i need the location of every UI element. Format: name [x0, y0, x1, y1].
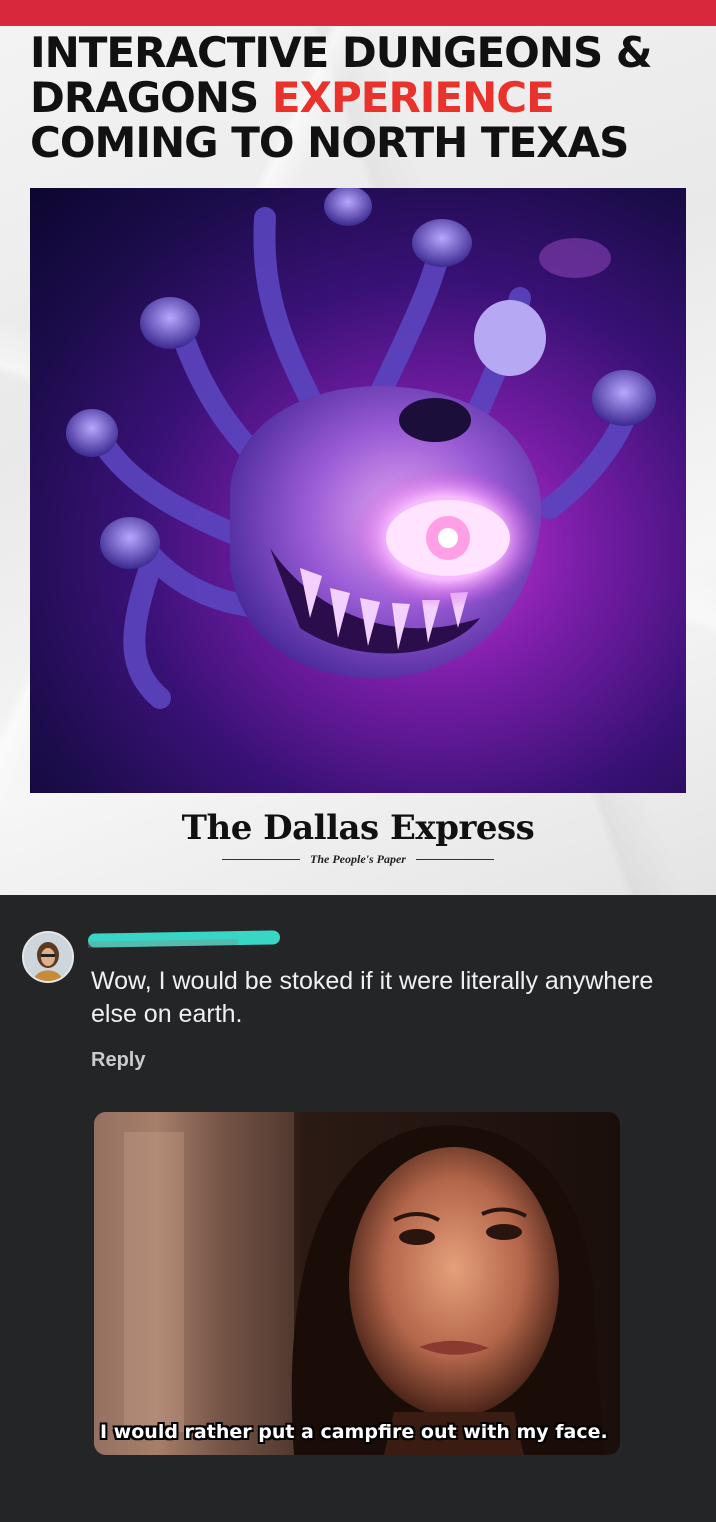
avatar-portrait-icon — [24, 933, 72, 981]
tagline-row: The People's Paper — [0, 852, 716, 867]
beholder-image — [30, 188, 686, 793]
reply-button[interactable]: Reply — [91, 1049, 145, 1072]
article-headline: INTERACTIVE DUNGEONS & DRAGONS EXPERIENC… — [30, 30, 690, 165]
divider-left — [222, 859, 300, 860]
divider-right — [415, 859, 494, 860]
accent-bar — [0, 0, 716, 26]
headline-part2: COMING TO NORTH TEXAS — [30, 118, 629, 167]
comment-text: Wow, I would be stoked if it were litera… — [91, 967, 654, 1028]
author-name-redacted — [87, 930, 281, 948]
reaction-gif[interactable]: I would rather put a campfire out with m… — [94, 1112, 620, 1455]
gif-caption: I would rather put a campfire out with m… — [100, 1421, 608, 1443]
avatar[interactable] — [22, 931, 74, 983]
comment: Wow, I would be stoked if it were litera… — [0, 895, 716, 1522]
publisher-logo: The Dallas Express The People's Paper — [0, 806, 716, 867]
publisher-tagline: The People's Paper — [310, 852, 406, 866]
article-card[interactable]: INTERACTIVE DUNGEONS & DRAGONS EXPERIENC… — [0, 0, 716, 895]
publisher-name: The Dallas Express — [181, 808, 535, 848]
headline-highlight: EXPERIENCE — [271, 73, 555, 122]
